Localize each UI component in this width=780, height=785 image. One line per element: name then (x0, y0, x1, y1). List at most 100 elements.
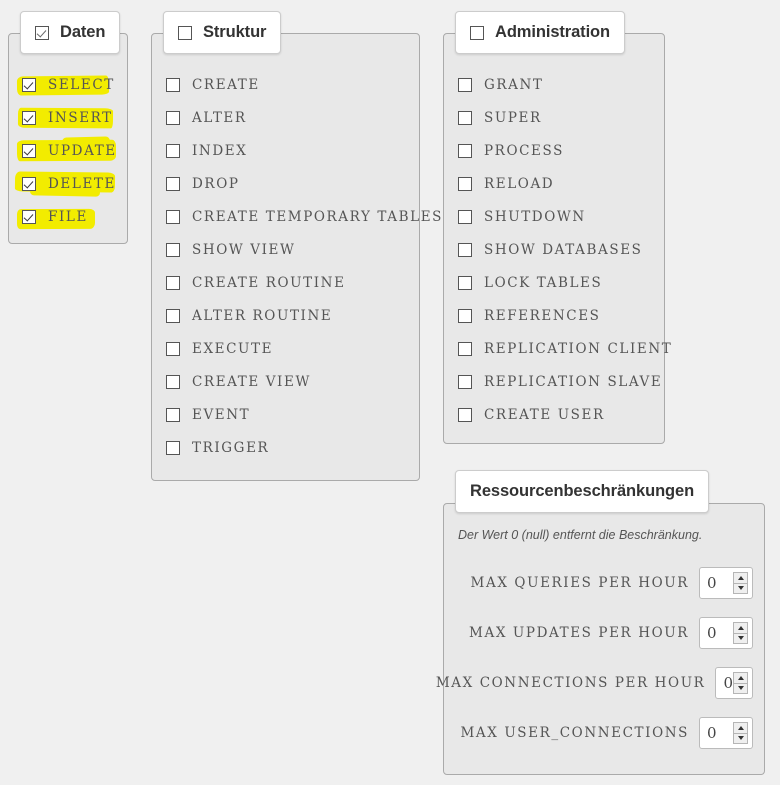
checkbox-group-struktur[interactable] (178, 25, 192, 40)
privilege-row-super[interactable]: SUPER (458, 107, 672, 129)
max-updates-per-hour-stepper[interactable] (733, 622, 748, 644)
checkbox-shutdown[interactable] (458, 210, 472, 224)
legend-administration[interactable]: Administration (455, 11, 626, 54)
privilege-label-create-user: CREATE USER (484, 407, 605, 423)
privilege-label-file: FILE (48, 209, 88, 225)
privilege-row-shutdown[interactable]: SHUTDOWN (458, 206, 672, 228)
legend-administration-label: Administration (495, 23, 611, 41)
privilege-row-create-temporary-tables[interactable]: CREATE TEMPORARY TABLES (166, 206, 443, 228)
privilege-row-references[interactable]: REFERENCES (458, 305, 672, 327)
checkbox-event[interactable] (166, 408, 180, 422)
privilege-row-insert[interactable]: INSERT (17, 107, 117, 129)
checkbox-file[interactable] (22, 210, 36, 224)
privilege-row-replication-client[interactable]: REPLICATION CLIENT (458, 338, 672, 360)
resource-label-max-connections-per-hour: MAX CONNECTIONS PER HOUR (435, 675, 706, 691)
checkbox-show-databases[interactable] (458, 243, 472, 257)
resource-label-max-queries-per-hour: MAX QUERIES PER HOUR (470, 575, 689, 591)
max-user-connections-stepper[interactable] (733, 722, 748, 744)
checkbox-process[interactable] (458, 144, 472, 158)
legend-struktur[interactable]: Struktur (163, 11, 282, 54)
privilege-label-execute: EXECUTE (192, 341, 274, 357)
checkbox-execute[interactable] (166, 342, 180, 356)
checkbox-replication-slave[interactable] (458, 375, 472, 389)
resource-limits-rows: MAX QUERIES PER HOUR 0 MAX UPDATES PER H… (436, 566, 765, 766)
stepper-down-icon[interactable] (734, 584, 747, 594)
checkbox-drop[interactable] (166, 177, 180, 191)
checkbox-grant[interactable] (458, 78, 472, 92)
stepper-up-icon[interactable] (734, 723, 747, 734)
stepper-down-icon[interactable] (734, 634, 747, 644)
max-queries-per-hour-stepper[interactable] (733, 572, 748, 594)
privilege-label-super: SUPER (484, 110, 542, 126)
checkbox-index[interactable] (166, 144, 180, 158)
privilege-row-reload[interactable]: RELOAD (458, 173, 672, 195)
checkbox-group-administration[interactable] (470, 25, 484, 40)
stepper-up-icon[interactable] (734, 623, 747, 634)
resource-label-max-updates-per-hour: MAX UPDATES PER HOUR (469, 625, 689, 641)
privilege-row-delete[interactable]: DELETE (14, 171, 117, 197)
checkbox-create-temporary-tables[interactable] (166, 210, 180, 224)
privilege-row-grant[interactable]: GRANT (458, 74, 672, 96)
privilege-label-process: PROCESS (484, 143, 564, 159)
max-updates-per-hour-value: 0 (707, 624, 717, 642)
privilege-list-daten: SELECT INSERT UPDATE DELETE FILE (14, 74, 117, 239)
checkbox-create-view[interactable] (166, 375, 180, 389)
stepper-up-icon[interactable] (734, 673, 747, 684)
privilege-row-create-view[interactable]: CREATE VIEW (166, 371, 443, 393)
checkbox-insert[interactable] (22, 111, 36, 125)
checkbox-lock-tables[interactable] (458, 276, 472, 290)
privilege-label-alter-routine: ALTER ROUTINE (192, 308, 333, 324)
checkbox-group-daten[interactable] (35, 25, 49, 40)
privilege-label-reload: RELOAD (484, 176, 555, 192)
privilege-row-create[interactable]: CREATE (166, 74, 443, 96)
privilege-label-select: SELECT (48, 77, 115, 93)
max-user-connections-input[interactable]: 0 (699, 717, 753, 749)
stepper-down-icon[interactable] (734, 734, 747, 744)
privilege-row-update[interactable]: UPDATE (16, 136, 117, 162)
resource-row-max-connections-per-hour: MAX CONNECTIONS PER HOUR 0 (436, 666, 765, 700)
checkbox-reload[interactable] (458, 177, 472, 191)
stepper-up-icon[interactable] (734, 573, 747, 584)
privilege-label-grant: GRANT (484, 77, 544, 93)
privilege-row-show-databases[interactable]: SHOW DATABASES (458, 239, 672, 261)
privilege-row-execute[interactable]: EXECUTE (166, 338, 443, 360)
privilege-row-show-view[interactable]: SHOW VIEW (166, 239, 443, 261)
privilege-row-process[interactable]: PROCESS (458, 140, 672, 162)
privilege-row-event[interactable]: EVENT (166, 404, 443, 426)
checkbox-replication-client[interactable] (458, 342, 472, 356)
privilege-label-alter: ALTER (192, 110, 247, 126)
checkbox-references[interactable] (458, 309, 472, 323)
resource-row-max-user-connections: MAX USER_CONNECTIONS 0 (443, 716, 765, 750)
privilege-row-index[interactable]: INDEX (166, 140, 443, 162)
checkbox-select[interactable] (22, 78, 36, 92)
privilege-row-alter-routine[interactable]: ALTER ROUTINE (166, 305, 443, 327)
checkbox-alter-routine[interactable] (166, 309, 180, 323)
max-connections-per-hour-stepper[interactable] (733, 672, 748, 694)
max-updates-per-hour-input[interactable]: 0 (699, 617, 753, 649)
checkbox-alter[interactable] (166, 111, 180, 125)
privilege-row-create-routine[interactable]: CREATE ROUTINE (166, 272, 443, 294)
checkbox-create-user[interactable] (458, 408, 472, 422)
checkbox-update[interactable] (22, 144, 36, 158)
privilege-row-alter[interactable]: ALTER (166, 107, 443, 129)
privilege-row-create-user[interactable]: CREATE USER (458, 404, 672, 426)
checkbox-create-routine[interactable] (166, 276, 180, 290)
checkbox-trigger[interactable] (166, 441, 180, 455)
privilege-row-select[interactable]: SELECT (16, 74, 117, 96)
legend-daten[interactable]: Daten (20, 11, 121, 54)
privilege-label-create: CREATE (192, 77, 260, 93)
stepper-down-icon[interactable] (734, 684, 747, 694)
privilege-row-drop[interactable]: DROP (166, 173, 443, 195)
checkbox-show-view[interactable] (166, 243, 180, 257)
checkbox-delete[interactable] (22, 177, 36, 191)
privilege-row-trigger[interactable]: TRIGGER (166, 437, 443, 459)
checkbox-create[interactable] (166, 78, 180, 92)
privilege-row-lock-tables[interactable]: LOCK TABLES (458, 272, 672, 294)
max-queries-per-hour-input[interactable]: 0 (699, 567, 753, 599)
privilege-row-file[interactable]: FILE (16, 206, 117, 230)
checkbox-super[interactable] (458, 111, 472, 125)
max-connections-per-hour-input[interactable]: 0 (715, 667, 753, 699)
max-connections-per-hour-value: 0 (723, 674, 733, 692)
privilege-label-insert: INSERT (48, 110, 113, 126)
privilege-row-replication-slave[interactable]: REPLICATION SLAVE (458, 371, 672, 393)
